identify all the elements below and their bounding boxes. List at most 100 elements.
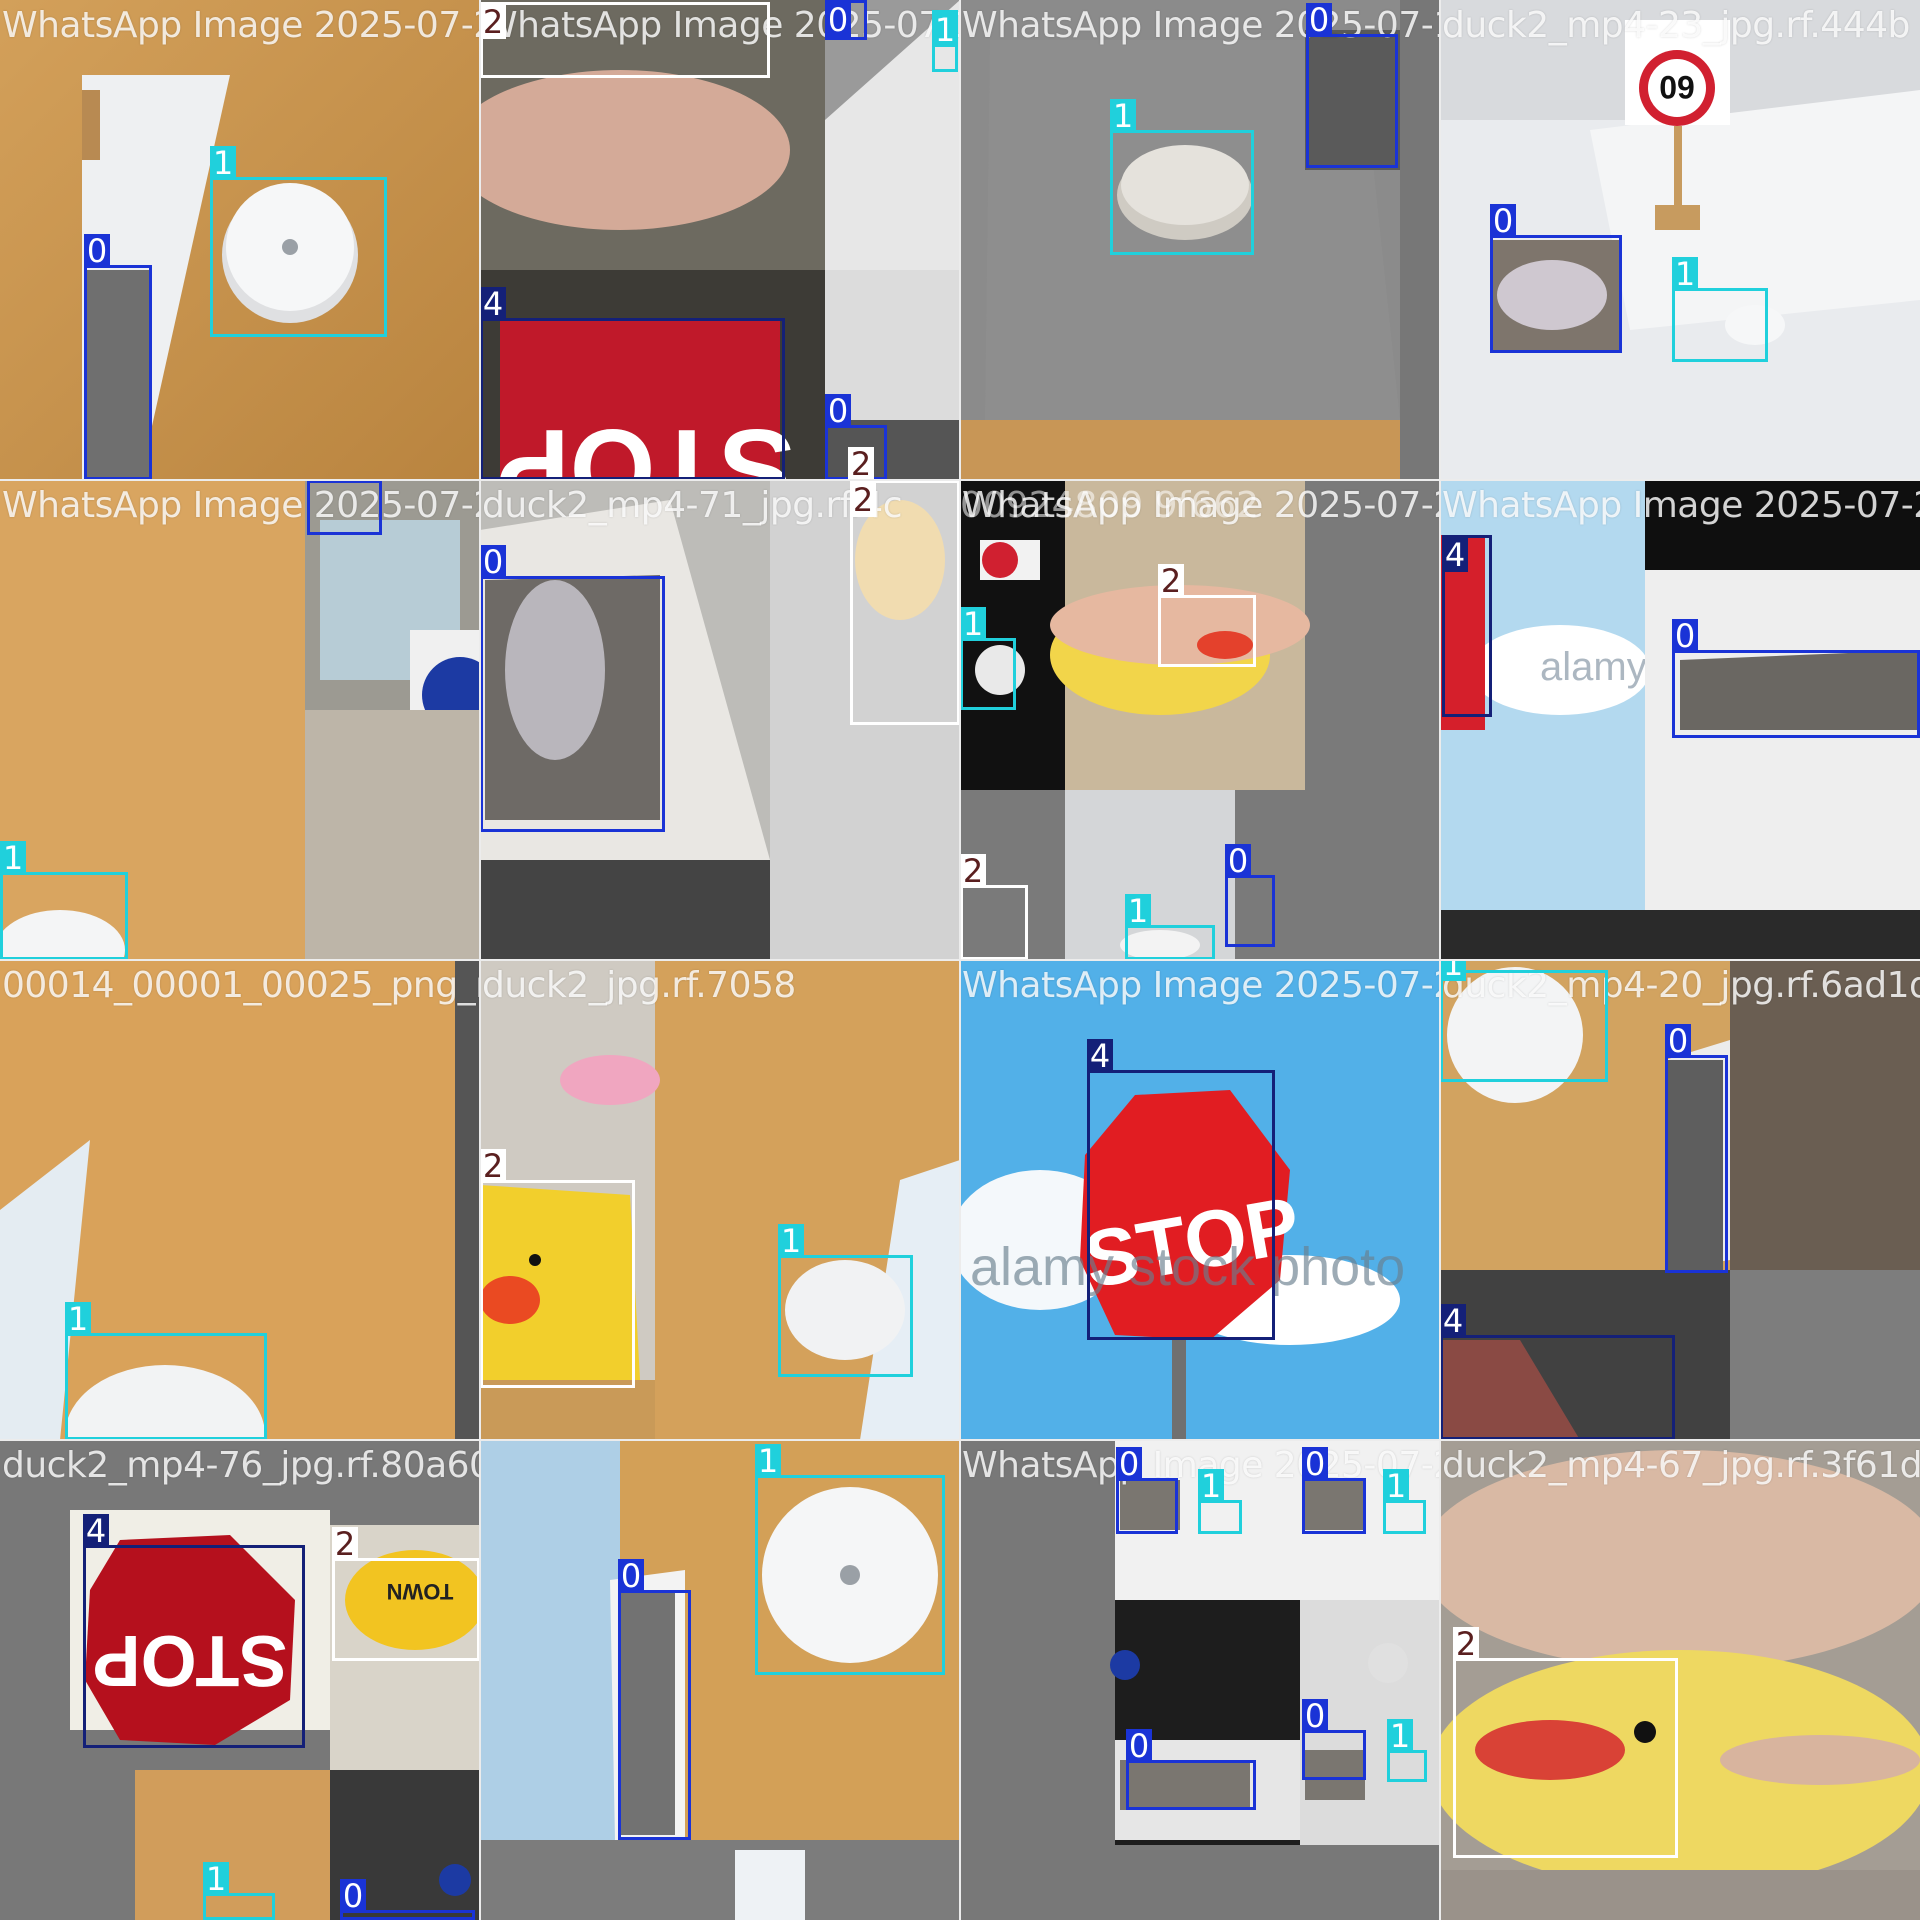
detection-box: 1 bbox=[1387, 1719, 1427, 1782]
detection-box: 1 bbox=[65, 1302, 267, 1440]
detection-box: 0 bbox=[1302, 1699, 1366, 1780]
class-label: 2 bbox=[480, 5, 506, 39]
mosaic-tile: WhatsApp Image 2025-07-2 0 1 0 1 0 0 1 bbox=[960, 1440, 1440, 1920]
detection-box: 0 bbox=[1665, 1024, 1728, 1273]
class-label: 1 bbox=[1387, 1719, 1413, 1753]
class-label: 1 bbox=[932, 13, 958, 47]
detection-box: 0 bbox=[1306, 3, 1398, 168]
class-label: 1 bbox=[1672, 257, 1698, 291]
class-label: 1 bbox=[1198, 1469, 1224, 1503]
tile-filename: duck2_mp4-71_jpg.rf.4c bbox=[482, 485, 902, 526]
detection-box: 2 bbox=[480, 1149, 635, 1388]
mosaic-tile: 1 0 bbox=[480, 1440, 960, 1920]
mosaic-tile: 60 duck2_mp4-23_jpg.rf.444b 0 1 bbox=[1440, 0, 1920, 480]
tile-filename: duck2_mp4-76_jpg.rf.80a60 bbox=[2, 1445, 480, 1486]
detection-box: 1 bbox=[1440, 960, 1608, 1082]
class-label: 0 bbox=[618, 1559, 644, 1593]
class-label: 2 bbox=[960, 854, 986, 888]
detection-box: 1 bbox=[960, 607, 1016, 710]
class-label: 4 bbox=[83, 1514, 109, 1548]
class-label: 0 bbox=[1302, 1447, 1328, 1481]
detection-box: 0 bbox=[1302, 1447, 1366, 1534]
detection-box: 1 bbox=[0, 841, 128, 960]
detection-box: 1 bbox=[932, 10, 958, 72]
detection-box: 1 bbox=[1125, 894, 1215, 960]
detection-box: 1 bbox=[1383, 1469, 1426, 1534]
class-label: 2 bbox=[1453, 1627, 1479, 1661]
detection-box: 0 bbox=[340, 1879, 475, 1920]
tile-filename: WhatsApp Image 2025-07-2 bbox=[1442, 485, 1920, 526]
detection-box: 0 bbox=[1116, 1447, 1178, 1534]
class-label: 0 bbox=[1306, 3, 1332, 37]
detection-box: 0 bbox=[1225, 844, 1275, 947]
detection-box: 1 bbox=[210, 146, 387, 337]
class-label: 2 bbox=[480, 1149, 506, 1183]
detection-box: 0 bbox=[307, 480, 382, 535]
class-label: 2 bbox=[332, 1527, 358, 1561]
class-label: 0 bbox=[340, 1879, 366, 1913]
detection-box: 2 bbox=[332, 1527, 480, 1661]
class-label: 1 bbox=[1440, 960, 1466, 981]
class-label: 2 bbox=[848, 447, 874, 480]
tile-filename-overlap: 00924809 9f662 bbox=[960, 485, 1259, 526]
detection-box: 1 bbox=[203, 1862, 275, 1920]
class-label: 2 bbox=[1158, 564, 1184, 598]
class-label: 0 bbox=[825, 394, 851, 428]
mosaic-tile: STOP TOWN duck2_mp4-76_jpg.rf.80a60 4 2 … bbox=[0, 1440, 480, 1920]
class-label: 1 bbox=[1110, 99, 1136, 133]
class-label: 1 bbox=[1125, 894, 1151, 928]
tile-photo bbox=[960, 480, 1440, 960]
mosaic-tile: STOP alamy stock photo WhatsApp Image 20… bbox=[960, 960, 1440, 1440]
detection-mosaic: WhatsApp Image 2025-07-2 0 1 STOP WhatsA… bbox=[0, 0, 1920, 1920]
class-label: 4 bbox=[1440, 1304, 1466, 1338]
detection-box: 0 bbox=[1672, 619, 1920, 738]
speed-sign-text: 60 bbox=[1659, 69, 1695, 105]
detection-box: 1 bbox=[1110, 99, 1254, 255]
mosaic-tile: WhatsApp Image 2025-07-2 00924809 9f662 … bbox=[960, 480, 1440, 960]
detection-box: 4 bbox=[1440, 1304, 1675, 1440]
detection-box: 4 bbox=[1442, 535, 1492, 717]
tile-filename: duck2_jpg.rf.7058 bbox=[482, 965, 796, 1006]
detection-box: 1 bbox=[778, 1224, 913, 1377]
detection-box: 4 bbox=[1087, 1039, 1275, 1340]
tile-filename: WhatsApp Image 2025-07-2 bbox=[2, 485, 480, 526]
class-label: 0 bbox=[1490, 204, 1516, 238]
class-label: 4 bbox=[1087, 1039, 1113, 1073]
class-label: 0 bbox=[1672, 619, 1698, 653]
detection-box: 4 bbox=[83, 1514, 305, 1748]
detection-box: 2 bbox=[960, 854, 1028, 960]
class-label: 1 bbox=[210, 146, 236, 180]
class-label: 2 bbox=[850, 483, 876, 517]
class-label: 4 bbox=[1442, 538, 1468, 572]
detection-box: 0 bbox=[618, 1559, 691, 1840]
tile-filename: duck2_mp4-23_jpg.rf.444b bbox=[1442, 5, 1910, 46]
grid-divider bbox=[0, 479, 1920, 481]
tile-filename: WhatsApp Image 2025-07-2 bbox=[962, 965, 1440, 1006]
detection-box: 1 bbox=[755, 1444, 945, 1675]
class-label: 1 bbox=[1383, 1469, 1409, 1503]
class-label: 1 bbox=[65, 1302, 91, 1336]
detection-box: 0 bbox=[84, 234, 152, 480]
detection-box: 1 bbox=[1198, 1469, 1242, 1534]
detection-box: 1 bbox=[1672, 257, 1768, 362]
class-label: 0 bbox=[1665, 1024, 1691, 1058]
class-label: 0 bbox=[1116, 1447, 1142, 1481]
class-label: 1 bbox=[0, 841, 26, 875]
mosaic-tile: 00014_00001_00025_png_rf 0 1 bbox=[0, 960, 480, 1440]
class-label: 0 bbox=[825, 3, 851, 37]
mosaic-tile: WhatsApp Image 2025-07-2 0 1 bbox=[0, 0, 480, 480]
mosaic-tile: WhatsApp Image 2025-07-15 at 19.58.26 AM… bbox=[960, 0, 1440, 480]
mosaic-tile: duck2_mp4-67_jpg.rf.3f61d4 2 bbox=[1440, 1440, 1920, 1920]
class-label: 0 bbox=[1225, 844, 1251, 878]
detection-box: 0 bbox=[825, 0, 867, 40]
tile-filename: WhatsApp Image 2025-07-2 bbox=[2, 5, 480, 46]
mosaic-tile: alamy stock photo WhatsApp Image 2025-07… bbox=[1440, 480, 1920, 960]
detection-box: 2 bbox=[480, 2, 770, 78]
detection-box: 0 bbox=[480, 545, 665, 832]
class-label: 0 bbox=[84, 234, 110, 268]
detection-box: 0 bbox=[1126, 1729, 1256, 1810]
class-label: 0 bbox=[1302, 1699, 1328, 1733]
mosaic-tile: WhatsApp Image 2025-07-2 0 1 bbox=[0, 480, 480, 960]
class-label: 0 bbox=[480, 545, 506, 579]
detection-box: 2 bbox=[1158, 564, 1256, 667]
